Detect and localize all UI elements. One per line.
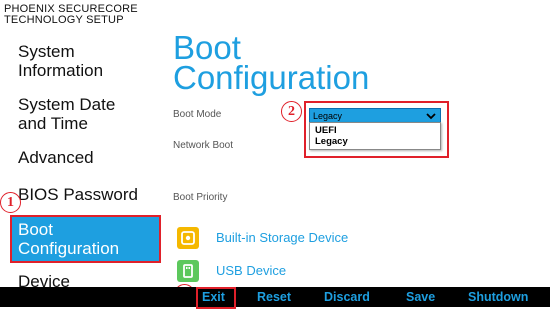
boot-priority-item-label: USB Device [216,263,287,278]
callout-badge-2: 2 [281,101,302,122]
shutdown-button[interactable]: Shutdown [468,289,528,305]
highlight-box-sidebar [10,215,161,263]
sidebar: System Information System Date and Time … [0,0,170,291]
sidebar-item-label: Information [18,61,104,80]
page-title: Boot Configuration [173,31,370,96]
storage-icon [177,227,199,249]
highlight-box-dropdown [304,101,449,158]
sidebar-item-label: BIOS Password [18,185,138,204]
reset-button[interactable]: Reset [257,289,291,305]
sidebar-item-advanced[interactable]: Advanced [18,148,94,167]
sidebar-item-label: Advanced [18,148,94,167]
sidebar-item-system-date-time[interactable]: System Date and Time [18,95,115,133]
callout-badge-1: 1 [0,192,21,213]
boot-priority-item-usb[interactable]: USB Device [177,260,377,282]
highlight-box-exit [196,287,236,309]
sidebar-item-label: System [18,42,75,61]
sidebar-item-label: and Time [18,114,88,133]
sidebar-item-label: System Date [18,95,116,114]
bottom-action-bar: Exit Reset Discard Save Shutdown [0,287,550,307]
boot-priority-label: Boot Priority [173,192,228,203]
boot-mode-label: Boot Mode [173,109,222,120]
sidebar-item-system-information[interactable]: System Information [18,42,103,80]
usb-icon [177,260,199,282]
boot-priority-item-label: Built-in Storage Device [216,230,349,245]
save-button[interactable]: Save [406,289,435,305]
network-boot-label: Network Boot [173,140,234,151]
sidebar-item-bios-password[interactable]: BIOS Password [18,185,138,204]
boot-priority-item-storage[interactable]: Built-in Storage Device [177,227,377,249]
page-title-line: Configuration [173,59,370,96]
discard-button[interactable]: Discard [324,289,370,305]
